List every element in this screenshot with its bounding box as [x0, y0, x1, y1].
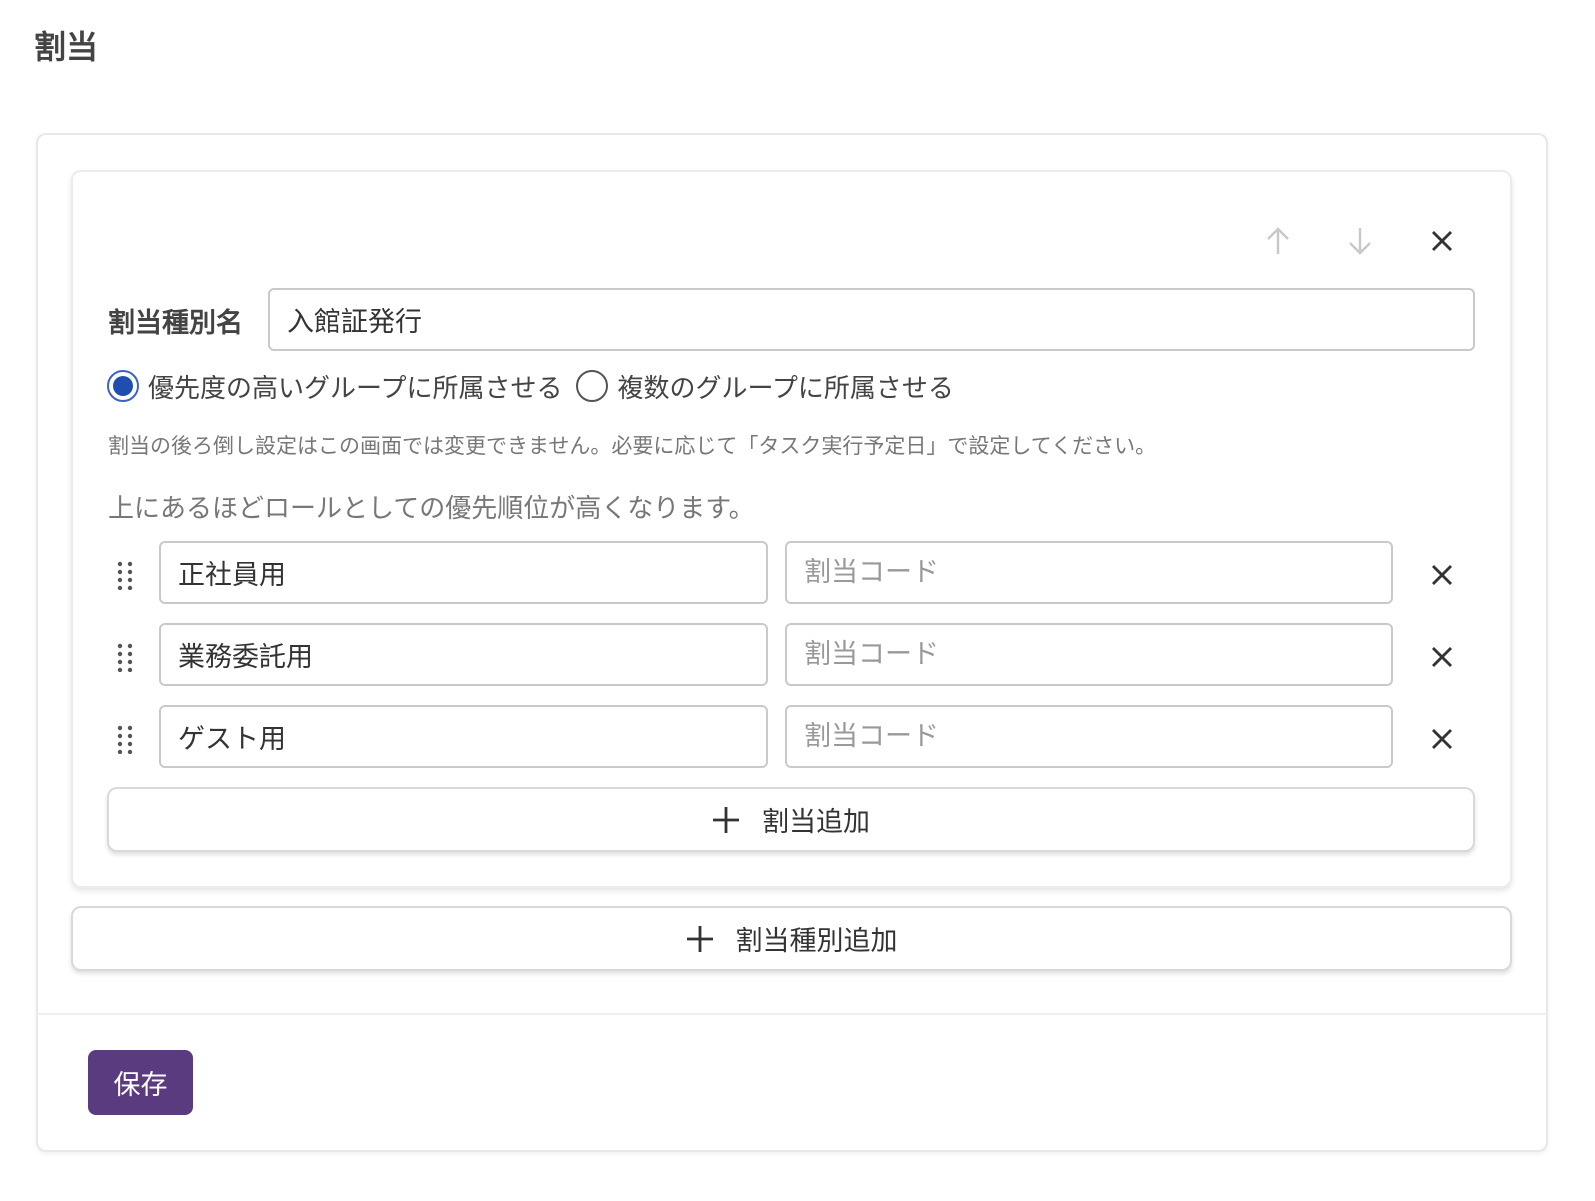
- move-down-button[interactable]: [1340, 221, 1380, 261]
- mode-radio-group: 優先度の高いグループに所属させる 複数のグループに所属させる: [107, 366, 968, 406]
- radio-button[interactable]: [576, 370, 609, 402]
- assignment-name-input[interactable]: [159, 623, 768, 686]
- radio-dot: [113, 376, 133, 396]
- remove-type-button[interactable]: [1422, 221, 1462, 261]
- close-icon: [1432, 729, 1452, 749]
- notice-text: 割当の後ろ倒し設定はこの画面では変更できません。必要に応じて「タスク実行予定日」…: [108, 434, 1157, 458]
- assignment-type-card: [71, 170, 1512, 888]
- assignment-code-input[interactable]: [785, 623, 1393, 686]
- assignment-code-input[interactable]: [785, 705, 1393, 768]
- arrow-up-icon: [1267, 227, 1289, 254]
- add-assignment-button[interactable]: 割当追加: [107, 787, 1475, 852]
- radio-multiple-groups[interactable]: 複数のグループに所属させる: [576, 368, 954, 405]
- add-assignment-type-button[interactable]: 割当種別追加: [71, 906, 1512, 971]
- footer-divider: [37, 1013, 1547, 1015]
- type-name-input[interactable]: [268, 288, 1475, 351]
- save-button[interactable]: 保存: [88, 1050, 193, 1115]
- type-name-label: 割当種別名: [108, 308, 243, 339]
- move-up-button[interactable]: [1258, 221, 1298, 261]
- plus-icon: [686, 925, 714, 953]
- close-icon: [1432, 565, 1452, 585]
- drag-handle-icon[interactable]: [114, 560, 136, 590]
- page-title: 割当: [34, 28, 99, 66]
- radio-label: 複数のグループに所属させる: [617, 373, 954, 404]
- remove-assignment-button[interactable]: [1422, 719, 1462, 759]
- drag-handle-icon[interactable]: [114, 724, 136, 754]
- priority-hint: 上にあるほどロールとしての優先順位が高くなります。: [108, 494, 755, 524]
- plus-icon: [712, 806, 740, 834]
- remove-assignment-button[interactable]: [1422, 637, 1462, 677]
- remove-assignment-button[interactable]: [1422, 555, 1462, 595]
- close-icon: [1432, 231, 1452, 251]
- add-assignment-label: 割当追加: [762, 807, 870, 838]
- drag-handle-icon[interactable]: [114, 642, 136, 672]
- add-assignment-type-label: 割当種別追加: [735, 926, 898, 957]
- assignment-code-input[interactable]: [785, 541, 1393, 604]
- radio-priority-group[interactable]: 優先度の高いグループに所属させる: [107, 368, 562, 405]
- close-icon: [1432, 647, 1452, 667]
- assignment-name-input[interactable]: [159, 541, 768, 604]
- radio-label: 優先度の高いグループに所属させる: [148, 373, 563, 404]
- assignment-name-input[interactable]: [159, 705, 768, 768]
- arrow-down-icon: [1349, 228, 1371, 255]
- radio-button-selected[interactable]: [107, 370, 139, 402]
